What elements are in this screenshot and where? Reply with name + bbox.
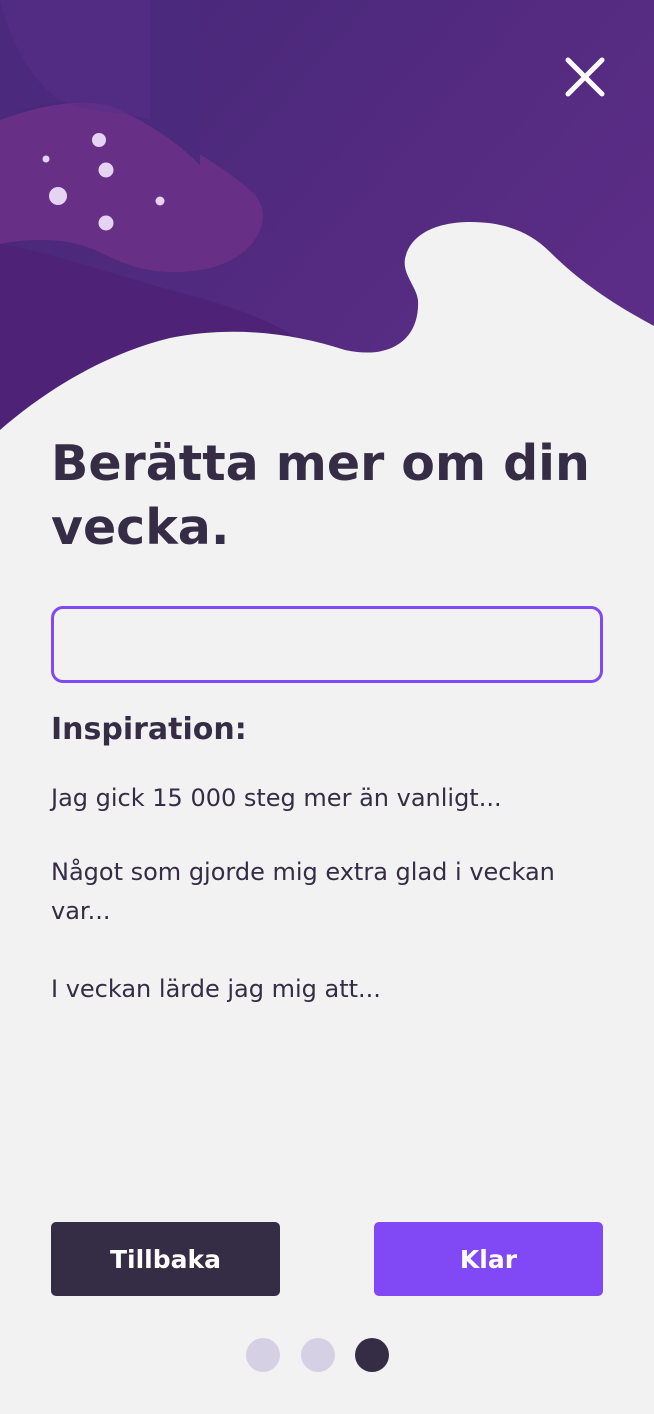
done-button[interactable]: Klar (374, 1222, 603, 1296)
back-button[interactable]: Tillbaka (51, 1222, 280, 1296)
close-icon (565, 57, 605, 97)
hero-sparkle (49, 187, 67, 205)
page-title: Berätta mer om din vecka. (51, 435, 590, 556)
pagination-dot[interactable] (246, 1338, 280, 1372)
hero-illustration (0, 0, 654, 440)
hero-sparkle (42, 155, 50, 163)
pagination-dot-active[interactable] (355, 1338, 389, 1372)
week-description-input[interactable] (51, 606, 603, 683)
close-button[interactable] (560, 52, 610, 102)
inspiration-prompt: Något som gjorde mig extra glad i veckan… (51, 858, 555, 925)
hero-sparkle (98, 162, 114, 178)
inspiration-heading: Inspiration: (51, 712, 247, 747)
pagination-dots (246, 1338, 390, 1372)
pagination-dot[interactable] (301, 1338, 335, 1372)
inspiration-prompt: Jag gick 15 000 steg mer än vanligt... (51, 784, 502, 812)
decorative-wave-illustration (0, 0, 654, 440)
inspiration-prompt: I veckan lärde jag mig att... (51, 975, 381, 1003)
hero-sparkle (92, 133, 106, 147)
hero-sparkle (98, 215, 114, 231)
hero-sparkle (155, 196, 165, 206)
